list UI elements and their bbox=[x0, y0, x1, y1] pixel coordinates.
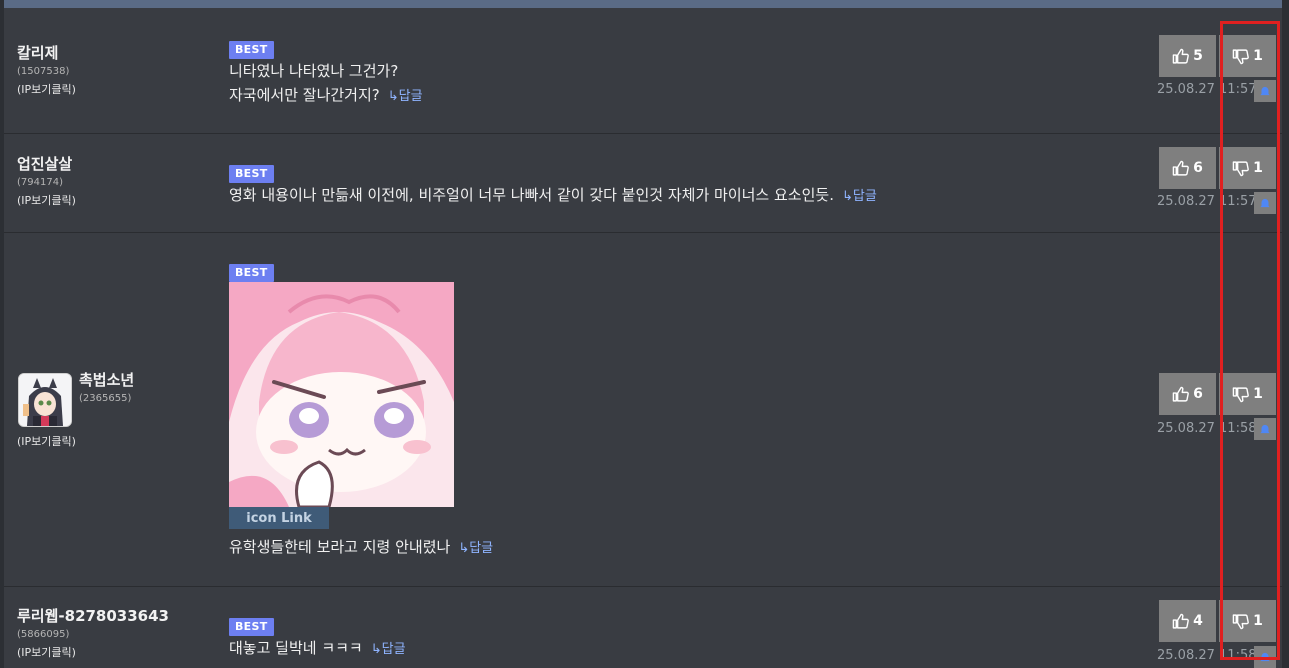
report-button[interactable] bbox=[1254, 646, 1276, 668]
upvote-count: 6 bbox=[1193, 386, 1203, 402]
author-id: (1507538) bbox=[17, 66, 70, 77]
best-badge: BEST bbox=[229, 264, 274, 282]
comment-author: 업진살살 (794174) (IP보기클릭) bbox=[17, 155, 76, 208]
thumbs-up-icon bbox=[1172, 48, 1189, 64]
comment-text-line: 니타였나 나타였나 그건가? bbox=[229, 62, 399, 80]
downvote-count: 1 bbox=[1253, 613, 1263, 629]
reply-link[interactable]: ↳답글 bbox=[371, 642, 406, 657]
upvote-button[interactable]: 5 bbox=[1159, 35, 1216, 77]
author-id: (2365655) bbox=[79, 393, 132, 404]
author-nickname[interactable]: 칼리제 bbox=[17, 44, 76, 62]
bell-icon bbox=[1260, 652, 1270, 662]
author-id: (794174) bbox=[17, 177, 63, 188]
thumbs-up-icon bbox=[1172, 160, 1189, 176]
downvote-count: 1 bbox=[1253, 386, 1263, 402]
thumbs-down-icon bbox=[1232, 48, 1249, 64]
thumbs-down-icon bbox=[1232, 613, 1249, 629]
comment-item: 업진살살 (794174) (IP보기클릭) BEST 영화 내용이나 만듦새 … bbox=[4, 134, 1282, 233]
comment-body: BEST 니타였나 나타였나 그건가? 자국에서만 잘나간거지? ↳답글 bbox=[229, 38, 423, 109]
thumbs-down-icon bbox=[1232, 386, 1249, 402]
bell-icon bbox=[1260, 86, 1270, 96]
downvote-button[interactable]: 1 bbox=[1219, 35, 1276, 77]
comment-author: 촉법소년 (2365655) (IP보기클릭) bbox=[17, 371, 217, 451]
best-badge: BEST bbox=[229, 41, 274, 59]
comment-item: 칼리제 (1507538) (IP보기클릭) BEST 니타였나 나타였나 그건… bbox=[4, 8, 1282, 134]
comment-date: 25.08.27 11:58 bbox=[1157, 648, 1257, 663]
comment-date: 25.08.27 11:57 bbox=[1157, 194, 1257, 209]
report-button[interactable] bbox=[1254, 80, 1276, 102]
upvote-count: 4 bbox=[1193, 613, 1203, 629]
downvote-button[interactable]: 1 bbox=[1219, 600, 1276, 642]
author-info: 촉법소년 (2365655) bbox=[79, 371, 134, 405]
reply-link[interactable]: ↳답글 bbox=[388, 89, 423, 104]
author-nickname[interactable]: 촉법소년 bbox=[79, 371, 134, 389]
comment-body: BEST bbox=[229, 261, 274, 282]
downvote-button[interactable]: 1 bbox=[1219, 147, 1276, 189]
comment-text-line: 자국에서만 잘나간거지? bbox=[229, 86, 380, 104]
report-button[interactable] bbox=[1254, 418, 1276, 440]
best-badge: BEST bbox=[229, 618, 274, 636]
downvote-count: 1 bbox=[1253, 48, 1263, 64]
icon-link-label[interactable]: icon Link bbox=[229, 507, 329, 529]
ip-view-link[interactable]: (IP보기클릭) bbox=[17, 83, 76, 97]
upvote-button[interactable]: 4 bbox=[1159, 600, 1216, 642]
anime-girl-image bbox=[229, 282, 454, 507]
comment-author: 루리웹-8278033643 (5866095) (IP보기클릭) bbox=[17, 607, 169, 660]
thumbs-up-icon bbox=[1172, 386, 1189, 402]
comment-date: 25.08.27 11:58 bbox=[1157, 421, 1257, 436]
top-bar bbox=[4, 0, 1282, 8]
report-button[interactable] bbox=[1254, 192, 1276, 214]
ip-view-link[interactable]: (IP보기클릭) bbox=[17, 646, 169, 660]
comment-item: 루리웹-8278033643 (5866095) (IP보기클릭) BEST 대… bbox=[4, 587, 1282, 668]
ip-view-link[interactable]: (IP보기클릭) bbox=[17, 194, 76, 208]
comment-author: 칼리제 (1507538) (IP보기클릭) bbox=[17, 44, 76, 97]
comment-text-line: 대놓고 딜박네 ㅋㅋㅋ bbox=[229, 639, 363, 657]
comment-body: BEST 대놓고 딜박네 ㅋㅋㅋ ↳답글 bbox=[229, 615, 406, 662]
comment-image[interactable] bbox=[229, 282, 454, 507]
upvote-button[interactable]: 6 bbox=[1159, 373, 1216, 415]
upvote-count: 6 bbox=[1193, 160, 1203, 176]
bell-icon bbox=[1260, 198, 1270, 208]
comment-item: 촉법소년 (2365655) (IP보기클릭) BEST icon Link 유… bbox=[4, 233, 1282, 587]
comment-body: BEST 영화 내용이나 만듦새 이전에, 비주얼이 너무 나빠서 같이 갖다 … bbox=[229, 162, 877, 209]
upvote-button[interactable]: 6 bbox=[1159, 147, 1216, 189]
avatar bbox=[18, 373, 72, 427]
author-nickname[interactable]: 루리웹-8278033643 bbox=[17, 607, 169, 625]
downvote-button[interactable]: 1 bbox=[1219, 373, 1276, 415]
downvote-count: 1 bbox=[1253, 160, 1263, 176]
thumbs-up-icon bbox=[1172, 613, 1189, 629]
author-nickname[interactable]: 업진살살 bbox=[17, 155, 76, 173]
author-id: (5866095) bbox=[17, 629, 70, 640]
reply-link[interactable]: ↳답글 bbox=[458, 541, 493, 556]
ip-view-link[interactable]: (IP보기클릭) bbox=[17, 435, 76, 449]
best-badge: BEST bbox=[229, 165, 274, 183]
thumbs-down-icon bbox=[1232, 160, 1249, 176]
reply-link[interactable]: ↳답글 bbox=[842, 189, 877, 204]
comment-body-text: 유학생들한테 보라고 지령 안내렸나 ↳답글 bbox=[229, 535, 493, 561]
comment-date: 25.08.27 11:57 bbox=[1157, 82, 1257, 97]
upvote-count: 5 bbox=[1193, 48, 1203, 64]
bell-icon bbox=[1260, 424, 1270, 434]
avatar-image bbox=[19, 374, 71, 426]
comment-text-line: 유학생들한테 보라고 지령 안내렸나 bbox=[229, 538, 451, 556]
comment-text-line: 영화 내용이나 만듦새 이전에, 비주얼이 너무 나빠서 같이 갖다 붙인것 자… bbox=[229, 186, 834, 204]
